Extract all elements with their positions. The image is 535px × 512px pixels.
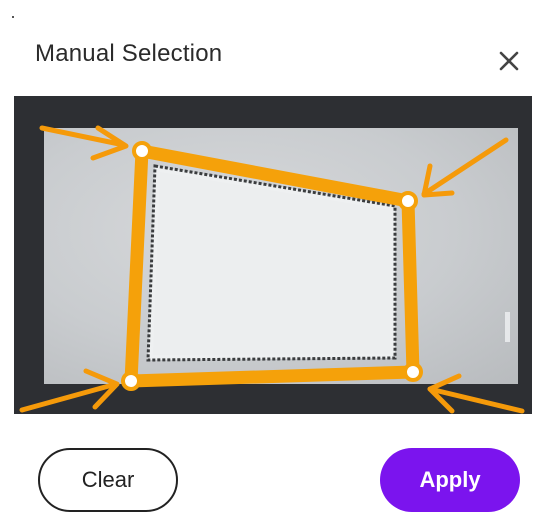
clear-button[interactable]: Clear bbox=[38, 448, 178, 512]
apply-button[interactable]: Apply bbox=[380, 448, 520, 512]
corner-handle-bottom-right[interactable] bbox=[403, 362, 423, 382]
corner-handle-top-left[interactable] bbox=[132, 141, 152, 161]
arrow-top-left bbox=[39, 125, 129, 161]
manual-selection-dialog: Manual Selection Clear Apply bbox=[0, 0, 535, 512]
whiteboard-image bbox=[146, 164, 510, 362]
arrow-bottom-right bbox=[427, 373, 525, 414]
corner-handle-bottom-left[interactable] bbox=[121, 371, 141, 391]
arrow-bottom-left bbox=[19, 368, 120, 413]
selection-overlay bbox=[19, 125, 525, 414]
arrow-top-right bbox=[421, 137, 509, 198]
corner-handle-top-right[interactable] bbox=[398, 191, 418, 211]
